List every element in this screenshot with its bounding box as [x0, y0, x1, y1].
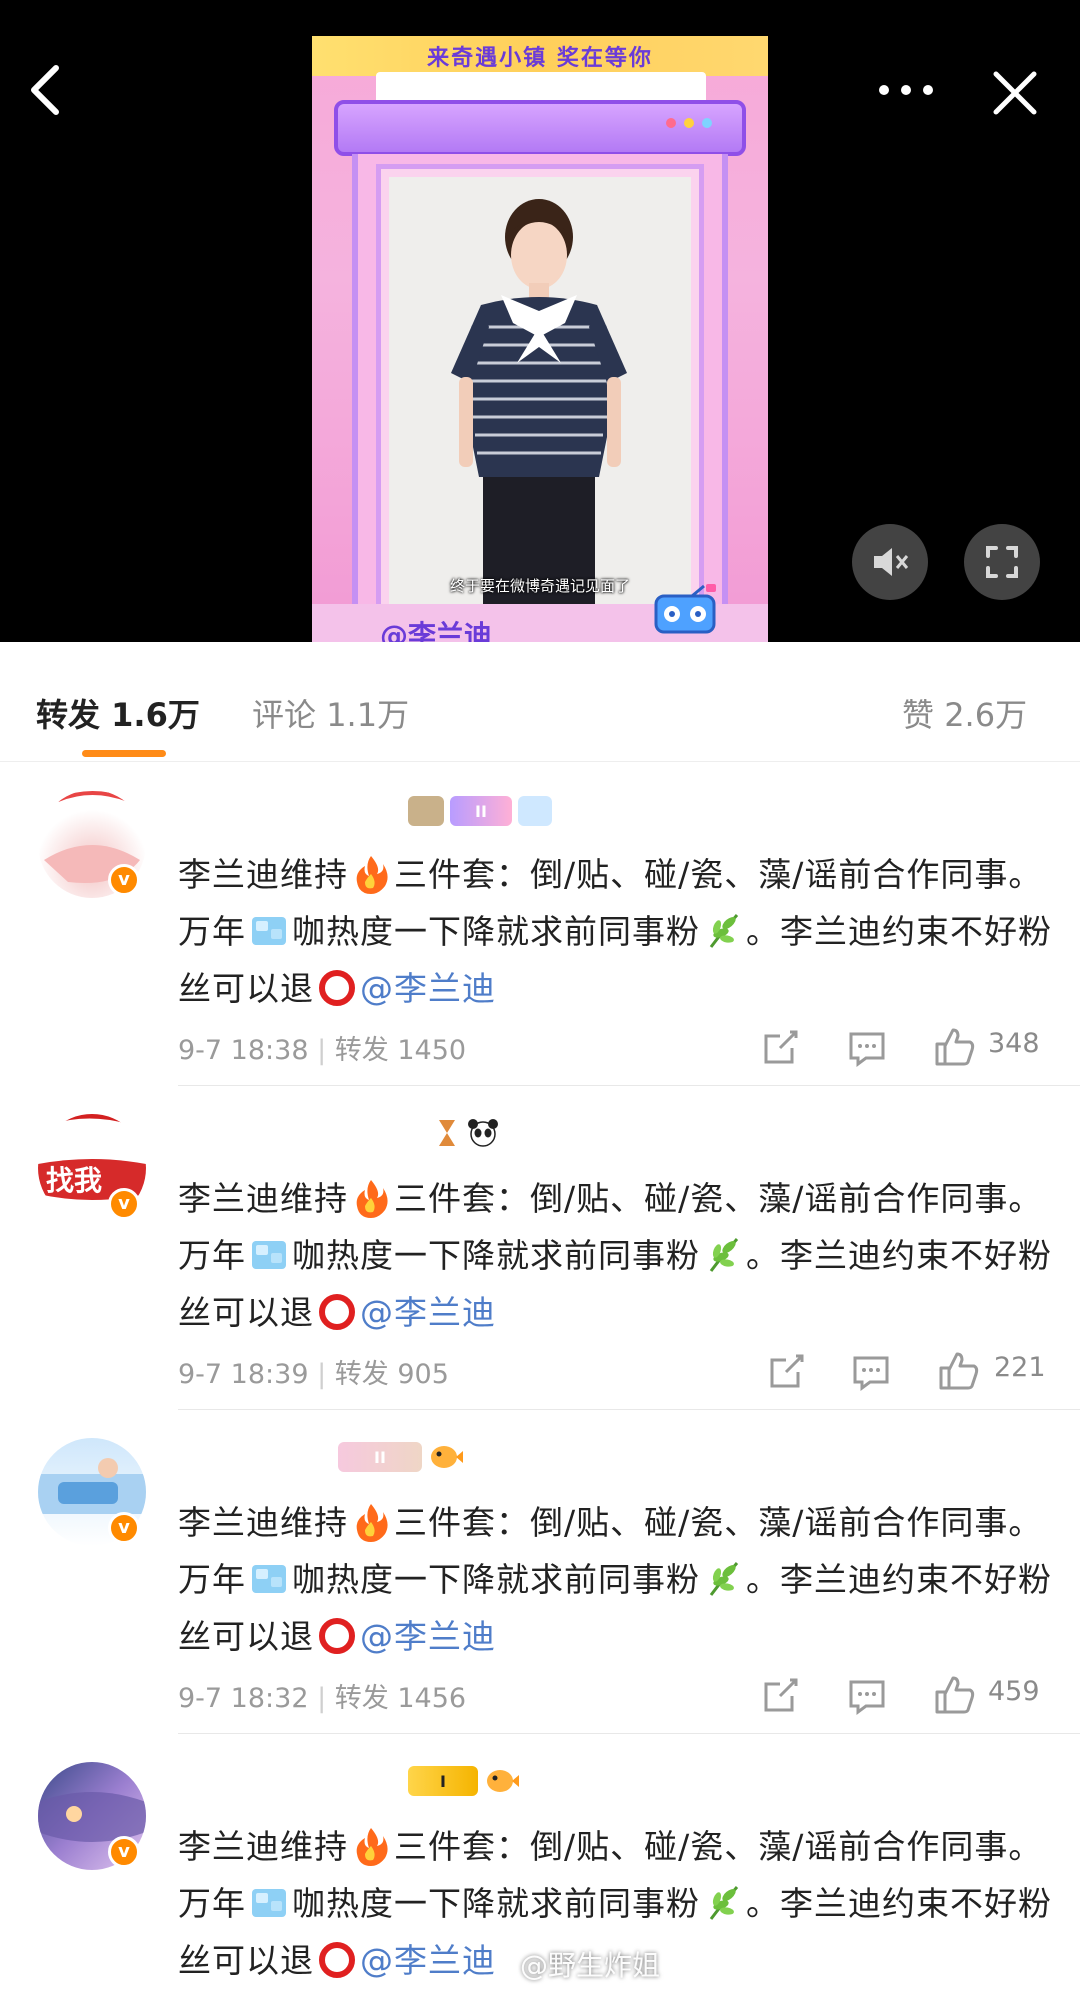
repost-item[interactable]: v II 李兰迪维持 三件套：倒/贴、碰/瓷、藻/谣前合作同事。万年 咖热度一下降就…: [0, 1410, 1080, 1734]
tab-repost[interactable]: 转发 1.6万: [36, 690, 200, 736]
tab-like-count: 2.6万: [944, 696, 1028, 734]
share-icon[interactable]: [762, 1676, 800, 1716]
repost-count: 转发 1450: [334, 1035, 467, 1066]
frame-header: [334, 100, 746, 156]
mention-link[interactable]: @李兰迪: [360, 969, 496, 1008]
person-photo: 终于要在微博奇遇记见面了: [389, 177, 691, 609]
comment-time: 9-7 18:32: [178, 1683, 309, 1714]
user-badges: [434, 1118, 500, 1148]
fire-icon: [356, 1828, 388, 1866]
like-count: 221: [994, 1352, 1046, 1383]
comment-icon[interactable]: [852, 1352, 890, 1392]
comment-time: 9-7 18:38: [178, 1035, 309, 1066]
verified-badge: v: [108, 1512, 140, 1544]
like-icon[interactable]: [934, 1026, 976, 1066]
tab-bar: 转发 1.6万 评论 1.1万 赞 2.6万: [0, 642, 1080, 762]
banner-text: 来奇遇小镇 奖在等你: [427, 46, 653, 71]
video-player[interactable]: 来奇遇小镇 奖在等你 终于要在微博奇遇记见面了 @李兰迪: [0, 0, 1080, 642]
repost-item[interactable]: 找我 v 李兰迪维持 三件套：倒/贴、碰/瓷、藻/谣前合作同事。万年 咖热度一下降就…: [0, 1086, 1080, 1410]
tab-repost-label: 转发: [36, 696, 101, 734]
comment-time: 9-7 18:39: [178, 1359, 309, 1390]
fullscreen-icon: [986, 546, 1018, 578]
mute-icon: [874, 548, 909, 576]
comment-text: 李兰迪维持 三件套：倒/贴、碰/瓷、藻/谣前合作同事。万年 咖热度一下降就求前同事粉…: [178, 1503, 1052, 1656]
repost-count: 转发 905: [334, 1359, 449, 1390]
plant-icon: [709, 1562, 739, 1596]
verified-badge: v: [108, 864, 140, 896]
panda-icon: [466, 1118, 500, 1148]
mention-link[interactable]: @李兰迪: [360, 1617, 496, 1656]
pufferfish-icon: [428, 1442, 464, 1472]
level-badge-icon: II: [450, 796, 512, 826]
plant-icon: [709, 1238, 739, 1272]
tab-comment[interactable]: 评论 1.1万: [252, 690, 409, 736]
tab-comment-label: 评论: [252, 696, 317, 734]
video-frame[interactable]: 来奇遇小镇 奖在等你 终于要在微博奇遇记见面了 @李兰迪: [312, 36, 768, 642]
user-badges: II: [408, 796, 552, 826]
share-icon[interactable]: [768, 1352, 806, 1392]
like-icon[interactable]: [934, 1674, 976, 1714]
video-banner: 来奇遇小镇 奖在等你: [312, 36, 768, 76]
like-icon[interactable]: [938, 1350, 980, 1390]
red-circle-icon: [319, 1294, 355, 1330]
tab-like[interactable]: 赞 2.6万: [902, 690, 1027, 736]
more-icon[interactable]: [876, 70, 936, 110]
red-circle-icon: [319, 970, 355, 1006]
fullscreen-button[interactable]: [964, 524, 1040, 600]
comment-meta: 9-7 18:38 | 转发 1450: [178, 1035, 467, 1066]
comment-meta: 9-7 18:39 | 转发 905: [178, 1359, 449, 1390]
repost-item[interactable]: v II 李兰迪维持 三件套：倒/贴、碰/瓷、藻/谣前合作同事。万年 咖热度一下降就…: [0, 762, 1080, 1086]
red-circle-icon: [319, 1942, 355, 1978]
verified-badge: v: [108, 1188, 140, 1220]
repost-count: 转发 1456: [334, 1683, 467, 1714]
tab-comment-count: 1.1万: [326, 696, 410, 734]
fire-icon: [356, 856, 388, 894]
tab-like-label: 赞: [902, 696, 935, 734]
user-badges: II: [338, 1442, 464, 1472]
user-badges: I: [408, 1766, 520, 1796]
ice-cube-icon: [252, 1565, 286, 1593]
level-badge-icon: II: [338, 1442, 422, 1472]
radio-icon: [654, 584, 716, 634]
plant-icon: [709, 914, 739, 948]
back-arrow-icon[interactable]: [26, 62, 66, 118]
close-icon[interactable]: [990, 68, 1040, 118]
video-subtitle: 终于要在微博奇遇记见面了: [449, 577, 630, 595]
ice-cube-icon: [252, 917, 286, 945]
watermark: @野生炸姐: [520, 1949, 661, 1982]
mute-button[interactable]: [852, 524, 928, 600]
share-icon[interactable]: [762, 1028, 800, 1068]
fire-icon: [356, 1180, 388, 1218]
level-badge-icon: I: [408, 1766, 478, 1796]
mention-link[interactable]: @李兰迪: [360, 1941, 496, 1980]
photo-frame: 终于要在微博奇遇记见面了: [376, 164, 704, 630]
verified-badge: v: [108, 1836, 140, 1868]
like-count: 459: [988, 1676, 1040, 1707]
mention-link[interactable]: @李兰迪: [360, 1293, 496, 1332]
tab-repost-count: 1.6万: [111, 696, 200, 734]
svg-text:找我: 找我: [46, 1164, 102, 1197]
red-circle-icon: [319, 1618, 355, 1654]
comment-icon[interactable]: [848, 1676, 886, 1716]
ice-cube-icon: [252, 1241, 286, 1269]
comment-text: 李兰迪维持 三件套：倒/贴、碰/瓷、藻/谣前合作同事。万年 咖热度一下降就求前同事粉…: [178, 855, 1052, 1008]
like-count: 348: [988, 1028, 1040, 1059]
shark-icon: [518, 796, 552, 826]
comment-meta: 9-7 18:32 | 转发 1456: [178, 1683, 467, 1714]
video-handle: @李兰迪: [380, 619, 493, 642]
comment-icon[interactable]: [848, 1028, 886, 1068]
active-tab-indicator: [82, 750, 166, 757]
medal-icon: [408, 796, 444, 826]
comment-text: 李兰迪维持 三件套：倒/贴、碰/瓷、藻/谣前合作同事。万年 咖热度一下降就求前同事粉…: [178, 1179, 1052, 1332]
hourglass-icon: [434, 1118, 460, 1148]
ice-cube-icon: [252, 1889, 286, 1917]
pufferfish-icon: [484, 1766, 520, 1796]
fire-icon: [356, 1504, 388, 1542]
plant-icon: [709, 1886, 739, 1920]
